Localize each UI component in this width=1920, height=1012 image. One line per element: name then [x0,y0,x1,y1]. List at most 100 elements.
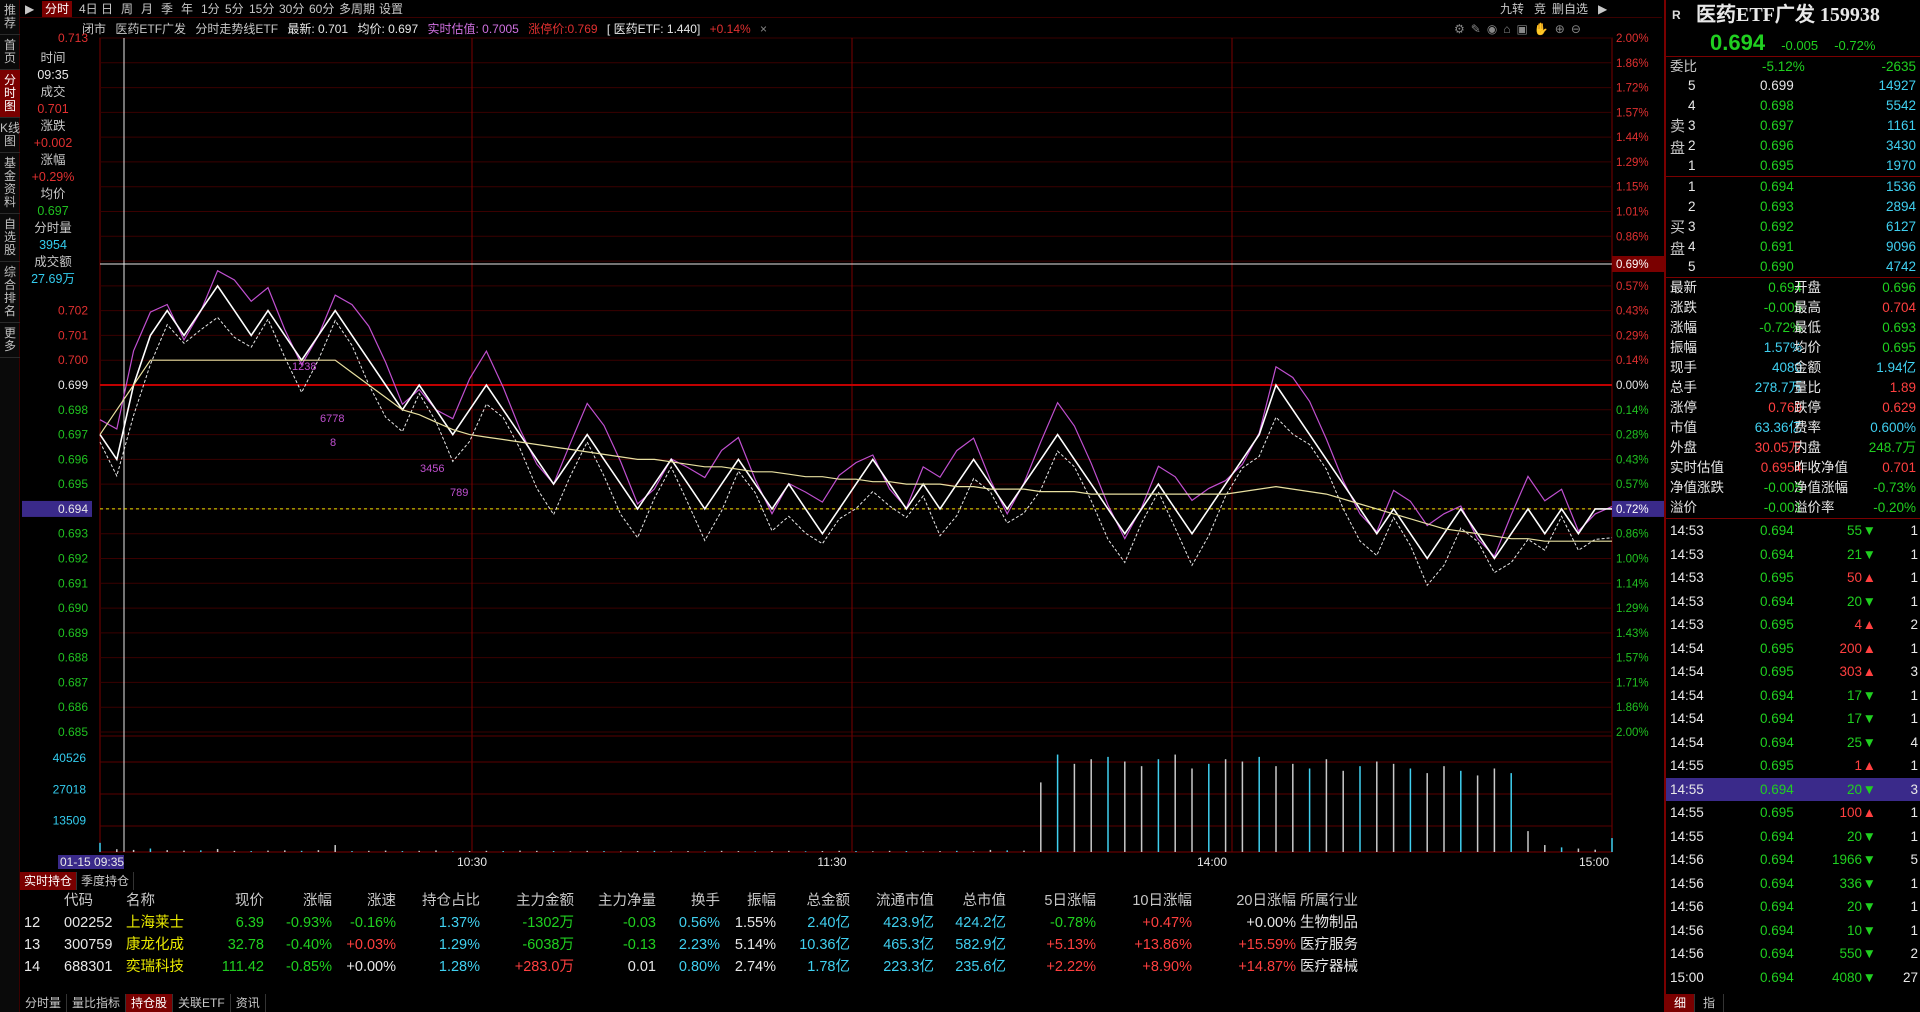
tick-row[interactable]: 14:55 0.694 20 ▼ 3 [1666,777,1920,801]
tick-volume: 303 [1839,664,1862,679]
column-header[interactable]: 涨速 [328,890,396,912]
tick-row[interactable]: 14:53 0.694 21 ▼ 1 [1666,543,1920,567]
tick-row[interactable]: 14:53 0.694 55 ▼ 1 [1666,519,1920,543]
arrow-up-icon: ▲ [1862,640,1876,656]
deal-value: 0.701 [37,102,69,116]
tab-quarterly-holdings[interactable]: 季度持仓 [77,872,135,890]
tick-time: 14:56 [1670,899,1704,914]
column-header[interactable]: 20日涨幅 [1192,890,1296,912]
tick-volume: 20 [1846,828,1862,844]
tick-row[interactable]: 14:54 0.694 17 ▼ 1 [1666,684,1920,708]
tick-row[interactable]: 14:54 0.694 17 ▼ 1 [1666,707,1920,731]
bottom-tab-4[interactable]: 资讯 [231,994,266,1012]
table-row[interactable]: 12 002252 上海莱士 6.39 -0.93% -0.16% 1.37% -1302万 -… [20,912,1660,934]
column-header[interactable]: 5日涨幅 [1006,890,1096,912]
level-num: 2 [1688,138,1696,153]
tick-row[interactable]: 14:53 0.695 50 ▲ 1 [1666,566,1920,590]
tick-row[interactable]: 14:56 0.694 10 ▼ 1 [1666,919,1920,943]
tick-row[interactable]: 14:54 0.694 25 ▼ 4 [1666,731,1920,755]
column-header[interactable]: 总金额 [776,890,851,912]
column-header[interactable]: 现价 [200,890,264,912]
buy-level[interactable]: 3 0.692 6127 [1666,217,1920,237]
sell-level[interactable]: 4 0.698 5542 [1666,96,1920,116]
bottom-tabs: 分时量 量比指标 持仓股 关联ETF 资讯 [20,994,266,1012]
tick-row[interactable]: 14:56 0.694 550 ▼ 2 [1666,942,1920,966]
tick-count: 1 [1910,758,1918,773]
pct-tick: 1.57% [1616,653,1649,665]
tick-row[interactable]: 14:56 0.694 1966 ▼ 5 [1666,848,1920,872]
stat-value: 1.89 [1889,380,1916,395]
price-tick: 0.687 [58,675,88,689]
tick-count: 3 [1910,781,1918,797]
pct-tick: 1.44% [1616,132,1649,144]
bottom-tab-2[interactable]: 持仓股 [126,994,174,1012]
table-row[interactable]: 13 300759 康龙化成 32.78 -0.40% +0.03% 1.29% -6038万… [20,934,1660,956]
tick-time: 14:55 [1670,758,1704,773]
cell-d5: +2.22% [1046,959,1096,975]
tick-count: 1 [1910,687,1918,703]
cell-ind: 生物制品 [1300,915,1358,931]
tick-row[interactable]: 14:56 0.694 20 ▼ 1 [1666,895,1920,919]
cell-amp: 2.74% [734,959,776,975]
bottom-tab-3[interactable]: 关联ETF [173,994,231,1012]
tick-row[interactable]: 14:55 0.695 100 ▲ 1 [1666,801,1920,825]
price-tick: 0.693 [58,527,88,541]
sell-level[interactable]: 3 0.697 1161 [1666,116,1920,136]
column-header[interactable]: 名称 [126,890,206,912]
tick-count: 1 [1910,875,1918,891]
tick-row[interactable]: 14:55 0.695 1 ▲ 1 [1666,754,1920,778]
sell-level[interactable]: 2 0.696 3430 [1666,136,1920,156]
column-header[interactable]: 涨幅 [266,890,332,912]
arrow-down-icon: ▼ [1862,899,1876,914]
column-header[interactable]: 主力净量 [576,890,656,912]
arrow-up-icon: ▲ [1862,570,1876,585]
quote-tab-1[interactable]: 指 [1695,994,1725,1012]
level-price: 0.697 [1760,118,1794,133]
level-num: 3 [1688,118,1696,133]
column-header[interactable]: 持仓占比 [400,890,480,912]
cell-d5: +5.13% [1046,937,1096,953]
price-tick: 0.694 [58,502,88,516]
tick-row[interactable]: 14:55 0.694 20 ▼ 1 [1666,825,1920,849]
chg-label: 涨跌 [40,119,66,133]
pct-tick: 0.00% [1616,380,1649,392]
column-header[interactable]: 流通市值 [850,890,934,912]
stat-label: 溢价 [1670,500,1697,515]
cell-idx: 14 [24,959,41,975]
stat-label: 外盘 [1670,440,1697,455]
pct-highlight: 0.69% [1616,259,1649,271]
buy-level[interactable]: 5 0.690 4742 [1666,257,1920,277]
cell-idx: 12 [24,915,41,931]
price-tick: 0.689 [58,626,88,640]
column-header[interactable]: 所属行业 [1300,890,1380,912]
column-header[interactable]: 换手 [660,890,720,912]
level-volume: 9096 [1885,239,1916,254]
buy-level[interactable]: 4 0.691 9096 [1666,237,1920,257]
tick-price: 0.694 [1760,922,1794,938]
tick-row[interactable]: 14:54 0.695 200 ▲ 1 [1666,637,1920,661]
pct-tick: 1.29% [1616,157,1649,169]
sell-level[interactable]: 1 0.695 1970 [1666,156,1920,176]
tick-row[interactable]: 15:00 0.694 4080 ▼ 27 [1666,966,1920,990]
bottom-tab-1[interactable]: 量比指标 [67,994,127,1012]
holdings-tabs: 实时持仓 季度持仓 [20,872,135,890]
tick-price: 0.695 [1760,664,1794,679]
tick-volume: 20 [1846,899,1862,914]
column-header[interactable]: 振幅 [720,890,776,912]
quote-tab-0[interactable]: 细 [1666,994,1696,1012]
buy-level[interactable]: 2 0.693 2894 [1666,197,1920,217]
sell-level[interactable]: 5 0.699 14927 [1666,76,1920,96]
tick-row[interactable]: 14:53 0.695 4 ▲ 2 [1666,613,1920,637]
buy-level[interactable]: 1 0.694 1536 [1666,177,1920,197]
tick-row[interactable]: 14:53 0.694 20 ▼ 1 [1666,590,1920,614]
bottom-tab-0[interactable]: 分时量 [20,994,68,1012]
table-row[interactable]: 14 688301 奕瑞科技 111.42 -0.85% +0.00% 1.28% +283.… [20,956,1660,978]
tick-row[interactable]: 14:56 0.694 336 ▼ 1 [1666,872,1920,896]
tick-price: 0.695 [1760,805,1794,820]
tick-volume: 1 [1854,758,1862,773]
column-header[interactable]: 10日涨幅 [1096,890,1192,912]
tab-realtime-holdings[interactable]: 实时持仓 [20,872,78,890]
tick-row[interactable]: 14:54 0.695 303 ▲ 3 [1666,660,1920,684]
column-header[interactable]: 主力金额 [480,890,574,912]
column-header[interactable]: 总市值 [934,890,1007,912]
